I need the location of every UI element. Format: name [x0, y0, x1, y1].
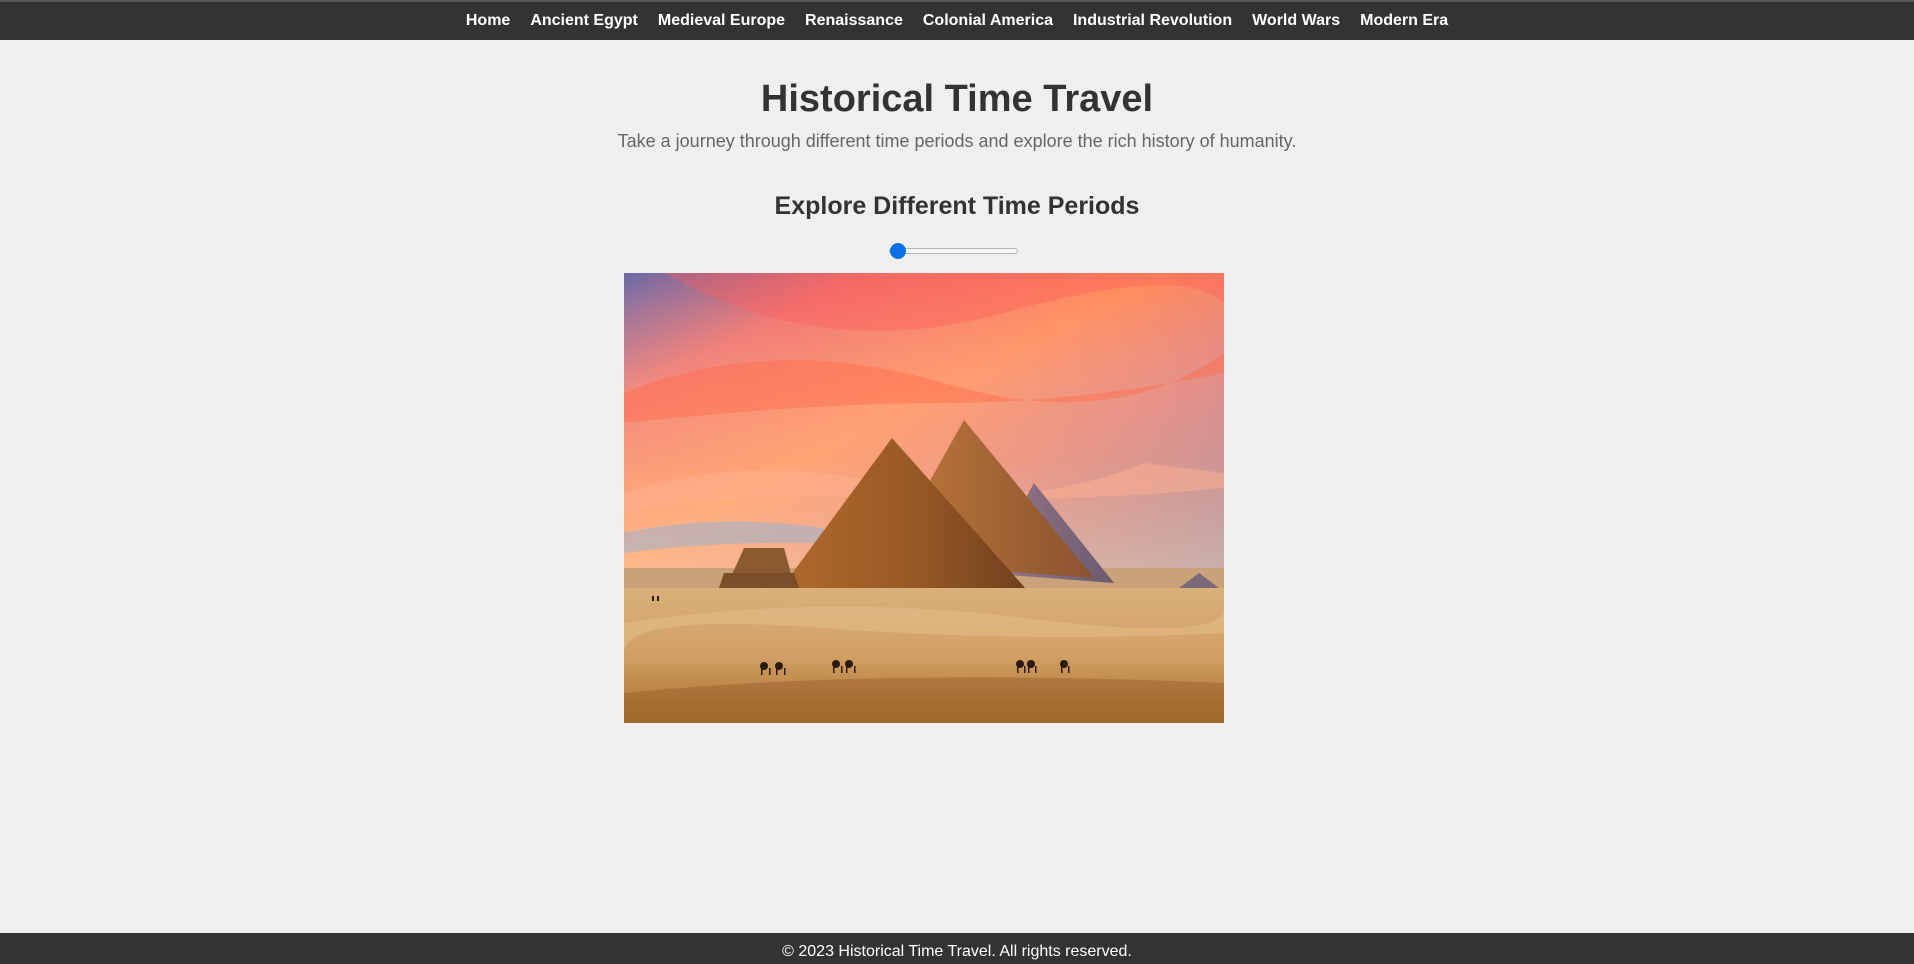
top-navigation: Home Ancient Egypt Medieval Europe Renai… — [0, 0, 1914, 40]
nav-link-colonial-america[interactable]: Colonial America — [923, 12, 1053, 30]
time-period-image — [624, 273, 1224, 723]
page-footer: © 2023 Historical Time Travel. All right… — [0, 933, 1914, 964]
explore-heading: Explore Different Time Periods — [774, 192, 1140, 220]
footer-copyright: © 2023 Historical Time Travel. All right… — [782, 943, 1132, 960]
pyramids-image — [624, 273, 1224, 723]
nav-link-world-wars[interactable]: World Wars — [1252, 12, 1340, 30]
nav-link-home[interactable]: Home — [466, 12, 510, 30]
slider-track[interactable] — [889, 248, 1018, 254]
time-period-slider[interactable] — [889, 241, 1018, 261]
nav-link-ancient-egypt[interactable]: Ancient Egypt — [530, 12, 638, 30]
nav-link-modern-era[interactable]: Modern Era — [1360, 12, 1448, 30]
nav-link-medieval-europe[interactable]: Medieval Europe — [658, 12, 785, 30]
page-title: Historical Time Travel — [760, 78, 1154, 120]
page-subtitle: Take a journey through different time pe… — [617, 131, 1297, 151]
nav-link-renaissance[interactable]: Renaissance — [805, 12, 903, 30]
slider-thumb[interactable] — [890, 243, 906, 259]
nav-link-industrial-revolution[interactable]: Industrial Revolution — [1073, 12, 1232, 30]
page: Home Ancient Egypt Medieval Europe Renai… — [0, 0, 1914, 964]
